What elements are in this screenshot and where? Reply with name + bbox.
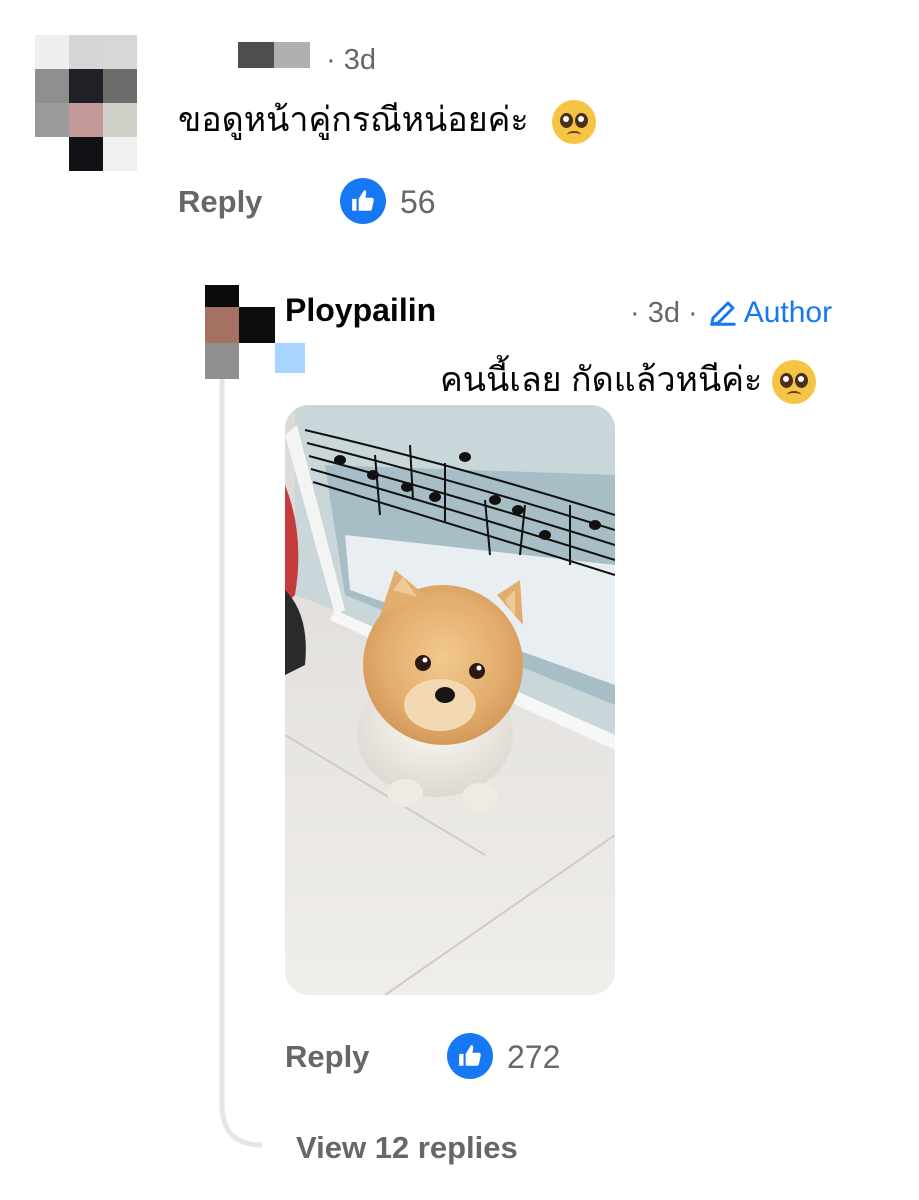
reply-like-count: 272 — [507, 1039, 561, 1075]
author-badge: Author — [708, 296, 832, 330]
thread-connector-line — [219, 375, 263, 1148]
reply-meta: · 3d · Author — [630, 296, 832, 330]
comment-text: ขอดูหน้าคู่กรณีหน่อยค่ะ — [178, 101, 529, 139]
comment-timestamp: · 3d — [326, 44, 376, 76]
commenter-avatar-pixelated[interactable] — [35, 35, 137, 171]
comment-like-count: 56 — [400, 184, 436, 220]
reply-timestamp: · 3d · — [630, 296, 698, 329]
pencil-icon — [709, 301, 736, 326]
commenter-name-redacted[interactable] — [200, 42, 310, 68]
reply-text: คนนี้เลย กัดแล้วหนีค่ะ — [440, 361, 763, 399]
author-badge-label: Author — [743, 296, 833, 329]
reply-author-name[interactable]: Ploypailin — [285, 292, 436, 329]
like-icon[interactable] — [447, 1033, 493, 1079]
reply-photo-attachment[interactable] — [285, 405, 615, 995]
pomeranian-dog-photo-icon — [285, 405, 615, 995]
reply-reply-button[interactable]: Reply — [285, 1039, 369, 1075]
pleading-face-icon — [771, 360, 816, 405]
like-icon[interactable] — [340, 178, 386, 224]
reply-text-row: คนนี้เลย กัดแล้วหนีค่ะ — [440, 352, 816, 406]
view-replies-link[interactable]: View 12 replies — [296, 1130, 518, 1166]
comment-reply-button[interactable]: Reply — [178, 184, 262, 220]
pleading-face-icon — [552, 100, 597, 145]
comment-text-row: ขอดูหน้าคู่กรณีหน่อยค่ะ — [178, 92, 597, 146]
